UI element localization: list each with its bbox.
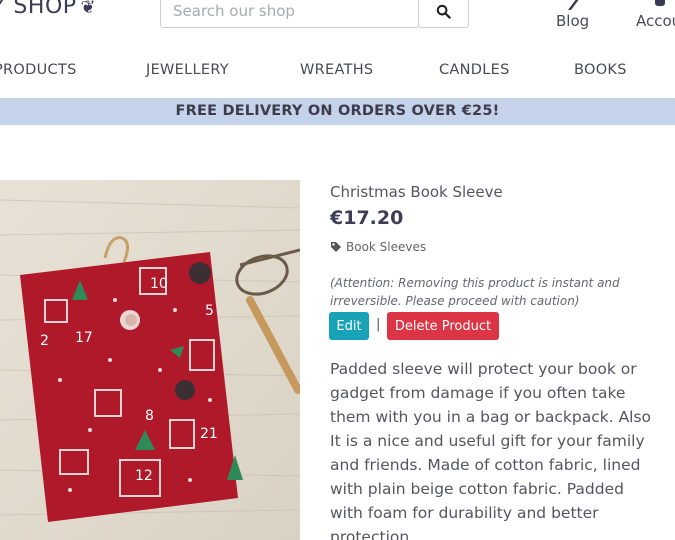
- account-link[interactable]: Accou: [636, 0, 675, 30]
- product-description: Padded sleeve will protect your book or …: [330, 360, 652, 540]
- nav-item-books[interactable]: BOOKS: [574, 62, 627, 78]
- leaf-icon: ❦: [80, 0, 97, 18]
- tag-icon: [331, 242, 341, 252]
- delete-warning: (Attention: Removing this product is ins…: [330, 276, 620, 308]
- search-icon: [436, 4, 451, 19]
- blog-label: Blog: [556, 12, 590, 30]
- account-label: Accou: [636, 12, 675, 30]
- nav-item-products[interactable]: PRODUCTS: [0, 62, 77, 78]
- nav-item-wreaths[interactable]: WREATHS: [300, 62, 373, 78]
- button-separator: |: [376, 317, 381, 332]
- logo-text: Y SHOP: [0, 0, 77, 19]
- product-title: Christmas Book Sleeve: [330, 183, 503, 201]
- svg-text:10: 10: [150, 276, 168, 292]
- product-image[interactable]: 10 5 2 17 8 21 12: [0, 180, 300, 540]
- search-input[interactable]: [160, 0, 419, 28]
- blog-link[interactable]: Blog: [556, 0, 590, 30]
- product-tag[interactable]: Book Sleeves: [330, 240, 426, 254]
- feather-icon: [567, 0, 579, 10]
- svg-text:12: 12: [135, 468, 153, 484]
- delete-product-button[interactable]: Delete Product: [387, 312, 499, 340]
- product-price: €17.20: [330, 207, 404, 229]
- svg-text:8: 8: [145, 408, 154, 424]
- svg-text:5: 5: [205, 303, 214, 319]
- nav-item-jewellery[interactable]: JEWELLERY: [146, 62, 229, 78]
- tag-label: Book Sleeves: [346, 240, 427, 254]
- edit-button[interactable]: Edit: [329, 312, 369, 340]
- svg-text:17: 17: [75, 330, 93, 346]
- svg-text:2: 2: [40, 333, 49, 349]
- svg-text:21: 21: [200, 426, 218, 442]
- shop-logo[interactable]: Y SHOP ❦: [0, 0, 96, 19]
- delivery-banner: FREE DELIVERY ON ORDERS OVER €25!: [0, 98, 675, 125]
- nav-item-candles[interactable]: CANDLES: [439, 62, 510, 78]
- user-icon: [654, 0, 665, 6]
- search-button[interactable]: [418, 0, 469, 28]
